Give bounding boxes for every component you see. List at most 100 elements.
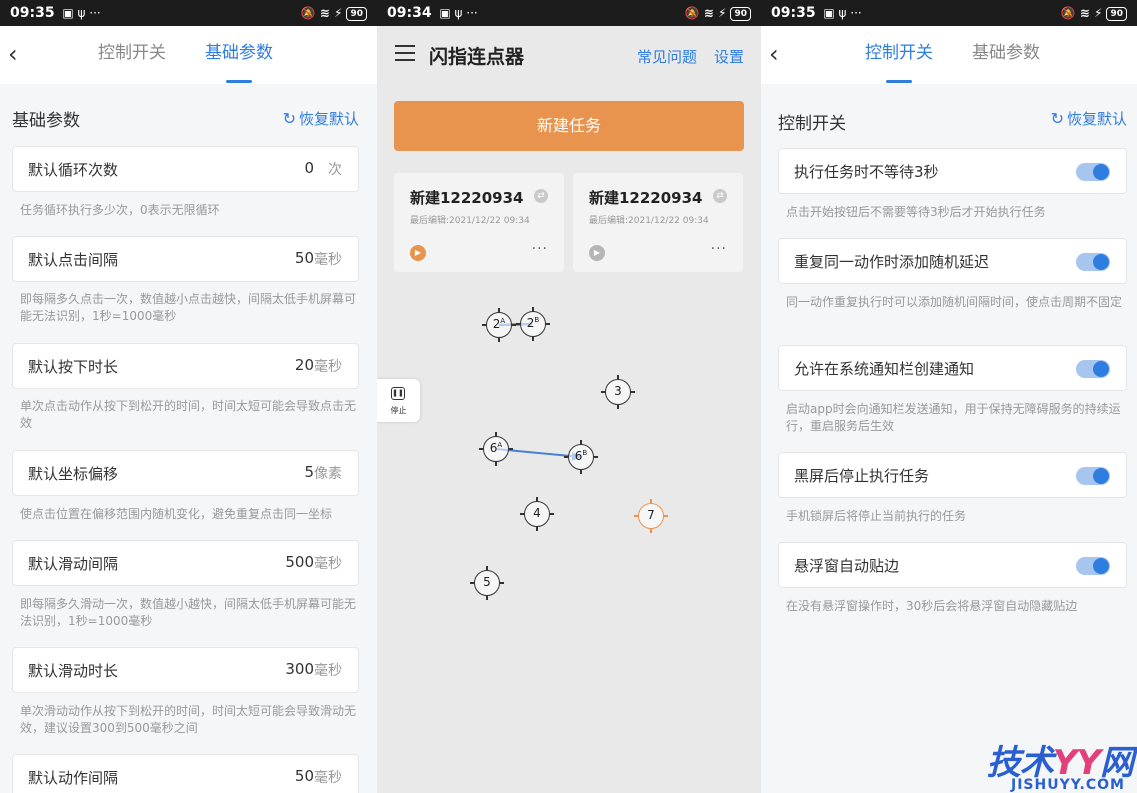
click-point-3[interactable]: 3 <box>601 375 635 409</box>
param-row[interactable]: 默认坐标偏移 5 像素 <box>12 450 359 496</box>
param-description: 单次点击动作从按下到松开的时间，时间太短可能会导致点击无效 <box>20 399 357 430</box>
reset-default-label: 恢复默认 <box>1066 110 1127 128</box>
battery-icon: 90 <box>1106 7 1127 21</box>
task-list-screen: 09:34 ▣ ψ ··· 🔕 ≋ ⚡ 90 闪指连点器 常见问题 设置 新建任务… <box>377 0 761 793</box>
floating-stop-button[interactable]: ❚❚ 停止 <box>377 379 420 422</box>
site-watermark: 技术YY网 JISHUYY.COM <box>953 735 1134 793</box>
param-row[interactable]: 默认动作间隔 50 毫秒 <box>12 754 359 793</box>
status-right-icons: 🔕 ≋ ⚡ 90 <box>301 0 367 26</box>
param-label: 默认按下时长 <box>28 358 119 376</box>
refresh-icon: ↻ <box>282 109 296 128</box>
point-number: 7 <box>647 508 655 522</box>
point-number: 6A <box>489 441 503 455</box>
tab-control-switch[interactable]: 控制开关 <box>865 41 933 65</box>
param-label: 默认循环次数 <box>28 161 119 179</box>
toggle-switch[interactable] <box>1076 467 1110 485</box>
switch-row: 允许在系统通知栏创建通知 <box>778 345 1127 391</box>
point-number: 3 <box>614 384 622 398</box>
param-description: 任务循环执行多少次，0表示无限循环 <box>20 203 220 217</box>
status-icons: ▣ ψ ··· <box>58 6 101 20</box>
reset-default-button[interactable]: ↻ 恢复默认 <box>283 108 359 129</box>
tab-basic-params[interactable]: 基础参数 <box>972 41 1040 65</box>
refresh-icon: ↻ <box>1050 109 1064 128</box>
tab-basic-params[interactable]: 基础参数 <box>205 41 273 65</box>
switch-row: 黑屏后停止执行任务 <box>778 452 1127 498</box>
point-number: 6B <box>574 449 588 463</box>
param-value[interactable]: 5 <box>304 463 314 481</box>
param-value[interactable]: 0 <box>304 159 314 177</box>
toggle-knob <box>1093 558 1109 574</box>
battery-icon: 90 <box>346 7 367 21</box>
param-unit: 毫秒 <box>314 359 342 375</box>
point-number: 2B <box>526 316 540 330</box>
click-point-5[interactable]: 5 <box>470 566 504 600</box>
pause-icon: ❚❚ <box>391 387 405 400</box>
param-value[interactable]: 20 <box>295 356 314 374</box>
switch-description: 在没有悬浮窗操作时，30秒后会将悬浮窗自动隐藏贴边 <box>786 599 1078 613</box>
click-point-6b[interactable]: 6B <box>564 440 598 474</box>
param-value[interactable]: 300 <box>285 660 314 678</box>
param-description: 单次滑动动作从按下到松开的时间，时间太短可能会导致滑动无效，建议设置300到50… <box>20 704 357 735</box>
param-label: 默认动作间隔 <box>28 769 119 787</box>
reset-default-label: 恢复默认 <box>298 110 359 128</box>
param-row[interactable]: 默认循环次数 0 次 <box>12 146 359 192</box>
toggle-knob <box>1093 361 1109 377</box>
status-time: 09:35 <box>771 5 816 21</box>
toggle-switch[interactable] <box>1076 557 1110 575</box>
switch-label: 悬浮窗自动贴边 <box>794 557 900 575</box>
switch-description: 点击开始按钮后不需要等待3秒后才开始执行任务 <box>786 205 1046 219</box>
swipe-lines <box>495 322 582 461</box>
click-point-6a[interactable]: 6A <box>479 432 513 466</box>
toggle-knob <box>1093 164 1109 180</box>
param-row[interactable]: 默认滑动时长 300 毫秒 <box>12 647 359 693</box>
toggle-switch[interactable] <box>1076 163 1110 181</box>
point-number: 2A <box>492 317 506 331</box>
param-value[interactable]: 50 <box>295 249 314 267</box>
top-bar: ‹ 控制开关 基础参数 <box>0 26 377 84</box>
status-time: 09:35 <box>10 5 55 21</box>
param-unit: 毫秒 <box>314 770 342 786</box>
click-point-2a[interactable]: 2A <box>482 308 516 342</box>
stop-label: 停止 <box>390 406 407 415</box>
switch-label: 执行任务时不等待3秒 <box>794 163 939 181</box>
param-label: 默认点击间隔 <box>28 251 119 269</box>
click-point-4[interactable]: 4 <box>520 497 554 531</box>
param-unit: 毫秒 <box>314 252 342 268</box>
toggle-switch[interactable] <box>1076 360 1110 378</box>
section-title: 基础参数 <box>12 111 80 131</box>
switch-label: 黑屏后停止执行任务 <box>794 467 930 485</box>
reset-default-button[interactable]: ↻ 恢复默认 <box>1051 108 1127 129</box>
param-row[interactable]: 默认点击间隔 50 毫秒 <box>12 236 359 282</box>
param-description: 即每隔多久滑动一次，数值越小越快，间隔太低手机屏幕可能无法识别，1秒=1000毫… <box>20 597 357 628</box>
back-icon[interactable]: ‹ <box>769 40 779 68</box>
switch-row: 重复同一动作时添加随机延迟 <box>778 238 1127 284</box>
tab-control-switch[interactable]: 控制开关 <box>98 41 166 65</box>
param-label: 默认坐标偏移 <box>28 465 119 483</box>
param-value[interactable]: 50 <box>295 767 314 785</box>
basic-params-screen: 09:35 ▣ ψ ··· 🔕 ≋ ⚡ 90 ‹ 控制开关 基础参数 基础参数 ↻… <box>0 0 377 793</box>
status-bar: 09:35 ▣ ψ ··· 🔕 ≋ ⚡ 90 <box>0 0 377 26</box>
param-unit: 毫秒 <box>314 556 342 572</box>
click-point-7[interactable]: 7 <box>634 499 668 533</box>
param-row[interactable]: 默认滑动间隔 500 毫秒 <box>12 540 359 586</box>
switch-row: 执行任务时不等待3秒 <box>778 148 1127 194</box>
switch-description: 同一动作重复执行时可以添加随机间隔时间，使点击周期不固定 <box>786 295 1123 309</box>
section-title: 控制开关 <box>778 114 846 134</box>
status-right-icons: 🔕 ≋ ⚡ 90 <box>1061 0 1127 26</box>
param-value[interactable]: 500 <box>285 553 314 571</box>
param-row[interactable]: 默认按下时长 20 毫秒 <box>12 343 359 389</box>
toggle-switch[interactable] <box>1076 253 1110 271</box>
active-tab-indicator <box>886 80 912 83</box>
watermark-url: JISHUYY.COM <box>1011 777 1125 793</box>
param-unit: 毫秒 <box>314 663 342 679</box>
status-icons: ▣ ψ ··· <box>819 6 862 20</box>
param-label: 默认滑动间隔 <box>28 555 119 573</box>
switch-description: 启动app时会向通知栏发送通知，用于保持无障碍服务的持续运行，重启服务后生效 <box>786 402 1121 433</box>
back-icon[interactable]: ‹ <box>8 40 18 68</box>
click-point-2b[interactable]: 2B <box>516 307 550 341</box>
point-number: 5 <box>483 575 491 589</box>
toggle-knob <box>1093 254 1109 270</box>
param-label: 默认滑动时长 <box>28 662 119 680</box>
switch-description: 手机锁屏后将停止当前执行的任务 <box>786 509 967 523</box>
param-description: 即每隔多久点击一次，数值越小点击越快，间隔太低手机屏幕可能无法识别，1秒=100… <box>20 292 357 323</box>
